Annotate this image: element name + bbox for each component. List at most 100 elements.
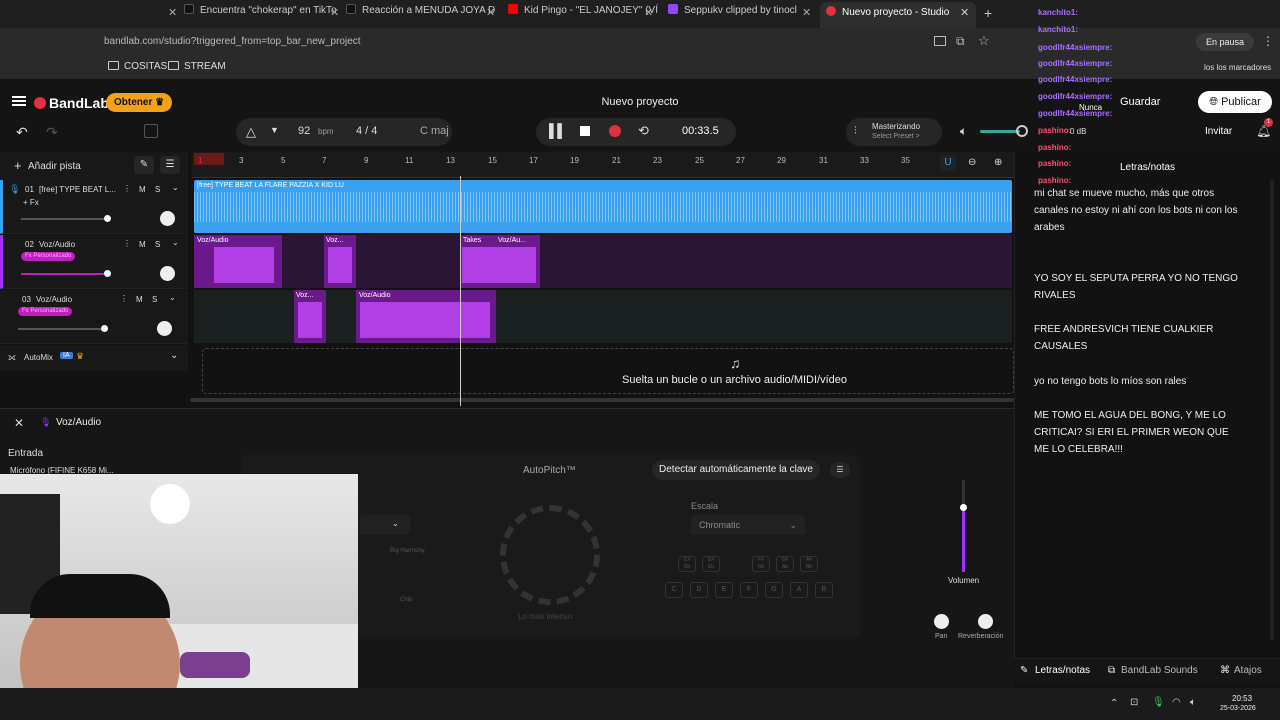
metronome-icon[interactable]: △ <box>246 124 256 140</box>
zoom-out-icon[interactable]: ⊖ <box>968 157 976 168</box>
close-tab-icon[interactable]: ✕ <box>330 6 339 19</box>
track-header-1[interactable]: 🎙︎ 01 [free] TYPE BEAT L... ⋮ M S ⌄ + Fx <box>0 180 188 234</box>
redo-icon[interactable]: ↷ <box>46 124 58 141</box>
pan-knob[interactable] <box>160 266 175 281</box>
close-tab-icon[interactable]: ✕ <box>486 6 495 19</box>
pause-icon[interactable]: ▌▌ <box>549 123 566 138</box>
volume-handle[interactable] <box>101 325 108 332</box>
lyric-line[interactable]: FREE ANDRESVICH TIENE CUALKIER CAUSALES <box>1034 321 1244 355</box>
browser-tab[interactable]: Kid Pingo - "EL JANOJEY" (VÍDE <box>508 4 658 24</box>
sharp-key[interactable]: F# Gb <box>752 556 770 572</box>
lyric-line[interactable]: YO SOY EL SEPUTA PERRA YO NO TENGO RIVAL… <box>1034 270 1244 304</box>
automix-row[interactable]: ⟗ AutoMix IA ♛ ⌄ <box>0 345 188 371</box>
pan-knob[interactable] <box>160 211 175 226</box>
add-track-button[interactable]: Añadir pista <box>28 161 81 172</box>
audio-clip[interactable]: Voz... <box>294 290 326 343</box>
fx-preset-badge[interactable]: Fx Personalizado <box>18 307 73 316</box>
volume-handle[interactable] <box>104 270 111 277</box>
mute-button[interactable]: M <box>139 240 146 249</box>
audio-clip[interactable]: [free] TYPE BEAT LA FLARE PAZZIA X KID L… <box>194 180 1012 233</box>
scale-select[interactable]: Chromatic ⌄ <box>691 515 805 535</box>
sharp-key[interactable]: A# Bb <box>800 556 818 572</box>
wifi-icon[interactable]: ◠ <box>1172 697 1181 708</box>
browser-menu-icon[interactable]: ⋮ <box>1262 34 1274 48</box>
audio-clip[interactable]: Takes Voz/Au... <box>460 235 540 288</box>
reverb-knob[interactable] <box>978 614 993 629</box>
close-icon[interactable]: ✕ <box>14 416 24 430</box>
sharp-key[interactable]: G# Ab <box>776 556 794 572</box>
track-menu-icon[interactable]: ⋮ <box>120 294 128 303</box>
close-tab-icon[interactable]: ✕ <box>960 6 969 19</box>
timeline-ruler[interactable] <box>192 152 1014 178</box>
undo-icon[interactable]: ↶ <box>16 124 28 141</box>
tab-lyrics[interactable]: Letras/notas <box>1035 665 1090 676</box>
fx-preset-badge[interactable]: Fx Personalizado <box>21 252 76 261</box>
track-name[interactable]: Voz/Audio <box>39 240 75 249</box>
install-icon[interactable]: ⧉ <box>956 34 965 49</box>
solo-button[interactable]: S <box>155 240 160 249</box>
track-name[interactable]: [free] TYPE BEAT L... <box>39 185 117 194</box>
note-key[interactable]: F <box>740 582 758 598</box>
settings-list-icon[interactable]: ☰ <box>160 156 180 174</box>
solo-button[interactable]: S <box>155 185 160 194</box>
bookmark-folder-cositas[interactable]: COSITAS <box>124 61 167 72</box>
close-tab-icon[interactable]: ✕ <box>644 6 653 19</box>
chevron-down-icon[interactable]: ⌄ <box>169 293 176 302</box>
url-field[interactable]: bandlab.com/studio?triggered_from=top_ba… <box>104 36 361 47</box>
audio-clip[interactable]: Voz... <box>324 235 356 288</box>
track-header-2[interactable]: 02 Voz/Audio ⋮ M S ⌄ Fx Personalizado <box>0 235 188 289</box>
horizontal-scrollbar[interactable] <box>190 398 1014 402</box>
note-key[interactable]: A <box>790 582 808 598</box>
microphone-icon[interactable]: 🎙︎ <box>1152 697 1165 708</box>
chevron-down-icon[interactable]: ▼ <box>270 125 279 135</box>
new-tab-icon[interactable]: + <box>984 5 992 21</box>
save-button[interactable]: Guardar <box>1120 96 1160 108</box>
browser-tab[interactable]: Reacción a MENUDA JOYA DYS <box>346 4 496 24</box>
track-name[interactable]: Voz/Audio <box>36 295 72 304</box>
note-key[interactable]: D <box>690 582 708 598</box>
bookmark-folder-stream[interactable]: STREAM <box>184 61 226 72</box>
sharp-key[interactable]: D# Eb <box>702 556 720 572</box>
invite-button[interactable]: Invitar <box>1205 126 1232 137</box>
browser-tab-active[interactable]: Nuevo proyecto - Studio <box>820 2 976 28</box>
note-key[interactable]: C <box>665 582 683 598</box>
drop-zone[interactable] <box>202 348 1014 394</box>
bpm-value[interactable]: 92 <box>298 125 310 137</box>
track-volume-slider[interactable] <box>21 273 109 275</box>
lyric-line[interactable]: yo no tengo bots lo míos son rales <box>1034 373 1244 390</box>
track-header-3[interactable]: 03 Voz/Audio ⋮ M S ⌄ Fx Personalizado <box>0 290 188 344</box>
volume-fader-track[interactable] <box>962 480 965 572</box>
chevron-down-icon[interactable]: ⌄ <box>172 183 179 192</box>
speaker-icon[interactable]: 🔈︎ <box>960 124 967 139</box>
mute-button[interactable]: M <box>136 295 143 304</box>
vertical-scrollbar[interactable] <box>1270 180 1274 640</box>
pan-knob[interactable] <box>934 614 949 629</box>
track-volume-slider[interactable] <box>21 218 109 220</box>
close-tab-icon[interactable]: ✕ <box>802 6 811 19</box>
settings-sliders-icon[interactable]: ☰ <box>830 462 850 478</box>
note-key[interactable]: B <box>815 582 833 598</box>
note-key[interactable]: G <box>765 582 783 598</box>
audio-clip[interactable]: Voz/Audio <box>356 290 496 343</box>
big-harmony-option[interactable]: Big Harmony <box>390 548 425 554</box>
plus-icon[interactable]: + <box>14 158 22 173</box>
clock-date[interactable]: 25-03-2026 <box>1220 705 1256 712</box>
lyric-line[interactable]: mi chat se mueve mucho, más que otros ca… <box>1034 185 1244 236</box>
profile-pause-badge[interactable]: En pausa <box>1196 33 1255 51</box>
chevron-down-icon[interactable]: ⌄ <box>170 350 178 361</box>
zoom-in-icon[interactable]: ⊕ <box>994 157 1002 168</box>
track-lane-2[interactable]: Voz/Audio Voz... Takes Voz/Au... <box>194 235 1012 288</box>
close-tab-icon[interactable]: ✕ <box>168 6 177 19</box>
pan-knob[interactable] <box>157 321 172 336</box>
loop-icon[interactable]: ⟲ <box>638 123 649 139</box>
note-key[interactable]: E <box>715 582 733 598</box>
pencil-icon[interactable]: ✎ <box>134 156 154 174</box>
detect-key-button[interactable]: Detectar automáticamente la clave <box>652 460 820 480</box>
browser-tab[interactable]: Seppukv clipped by tinocl <box>668 4 818 24</box>
lyric-line[interactable]: ME TOMO EL AGUA DEL BONG, Y ME LO CRITIC… <box>1034 407 1244 458</box>
volume-icon[interactable]: 🔈︎ <box>1190 697 1196 708</box>
solo-button[interactable]: S <box>152 295 157 304</box>
add-fx-button[interactable]: + Fx <box>23 198 39 207</box>
stop-icon[interactable] <box>580 126 590 136</box>
volume-handle[interactable] <box>104 215 111 222</box>
